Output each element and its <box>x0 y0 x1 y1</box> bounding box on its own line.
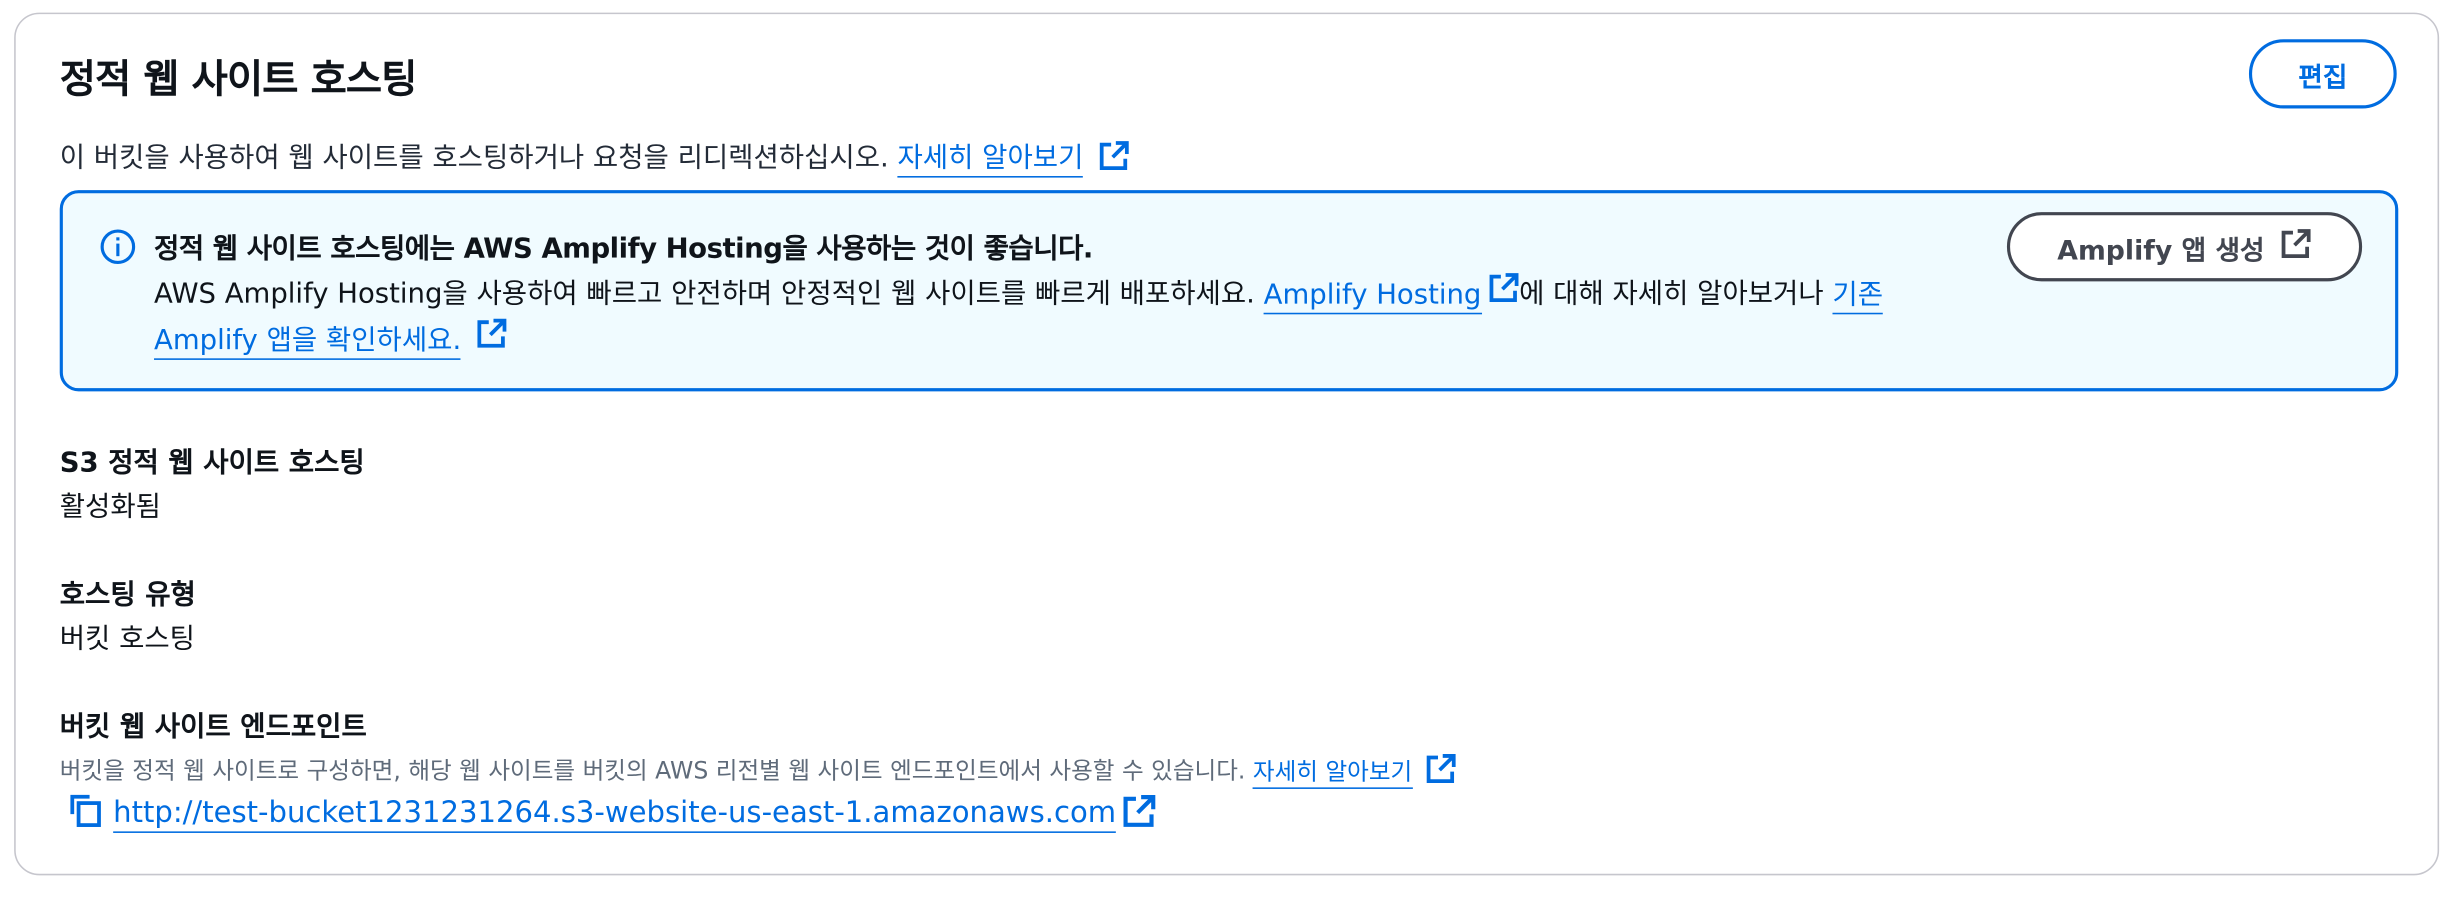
learn-more-link[interactable]: 자세히 알아보기 <box>898 143 1084 178</box>
endpoint-hint-text: 버킷을 정적 웹 사이트로 구성하면, 해당 웹 사이트를 버킷의 AWS 리전… <box>59 756 1246 786</box>
external-link-icon <box>1098 139 1129 178</box>
panel-title: 정적 웹 사이트 호스팅 <box>59 56 418 103</box>
create-amplify-app-label: Amplify 앱 생성 <box>2057 234 2265 267</box>
s3-hosting-label: S3 정적 웹 사이트 호스팅 <box>59 447 365 480</box>
external-link-icon <box>2280 227 2311 266</box>
info-icon <box>99 228 137 272</box>
endpoint-row: http://test-bucket1231231264.s3-website-… <box>66 792 1157 838</box>
external-link-icon <box>1426 753 1457 791</box>
alert-body-middle: 에 대해 자세히 알아보거나 <box>1519 278 1824 311</box>
create-amplify-app-button[interactable]: Amplify 앱 생성 <box>2006 212 2363 282</box>
amplify-info-alert: 정적 웹 사이트 호스팅에는 AWS Amplify Hosting을 사용하는… <box>59 190 2399 392</box>
external-link-icon <box>476 317 507 363</box>
hosting-type-value: 버킷 호스팅 <box>59 623 195 656</box>
description-text: 이 버킷을 사용하여 웹 사이트를 호스팅하거나 요청을 리디렉션하십시오. <box>59 143 889 175</box>
alert-body: AWS Amplify Hosting을 사용하여 빠르고 안전하며 안정적인 … <box>154 272 1977 363</box>
alert-body-text: AWS Amplify Hosting을 사용하여 빠르고 안전하며 안정적인 … <box>154 278 1255 311</box>
edit-button[interactable]: 편집 <box>2248 39 2397 109</box>
external-link-icon <box>1122 794 1157 836</box>
static-website-hosting-panel: 정적 웹 사이트 호스팅 편집 이 버킷을 사용하여 웹 사이트를 호스팅하거나… <box>14 12 2440 876</box>
endpoint-hint: 버킷을 정적 웹 사이트로 구성하면, 해당 웹 사이트를 버킷의 AWS 리전… <box>60 753 1458 791</box>
panel-description: 이 버킷을 사용하여 웹 사이트를 호스팅하거나 요청을 리디렉션하십시오. 자… <box>60 137 1130 179</box>
alert-heading: 정적 웹 사이트 호스팅에는 AWS Amplify Hosting을 사용하는… <box>154 234 1093 266</box>
s3-hosting-value: 활성화됨 <box>59 491 161 524</box>
endpoint-url-link[interactable]: http://test-bucket1231231264.s3-website-… <box>113 797 1117 833</box>
amplify-hosting-link[interactable]: Amplify Hosting <box>1264 278 1482 314</box>
external-link-icon <box>1488 272 1519 318</box>
endpoint-label: 버킷 웹 사이트 엔드포인트 <box>59 711 367 744</box>
endpoint-learn-more-link[interactable]: 자세히 알아보기 <box>1252 756 1413 789</box>
copy-icon[interactable] <box>66 792 104 838</box>
hosting-type-label: 호스팅 유형 <box>59 579 196 612</box>
